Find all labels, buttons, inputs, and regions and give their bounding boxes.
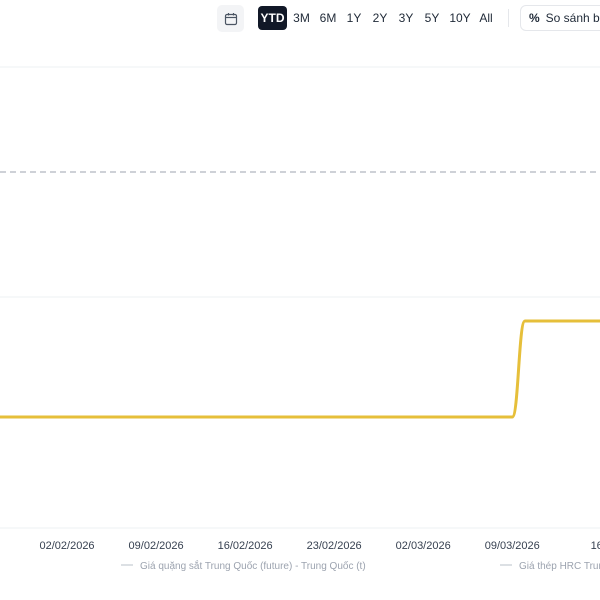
x-tick-label: 02/02/2026 xyxy=(40,540,95,552)
legend-item-hrc-steel[interactable]: Giá thép HRC Trun xyxy=(519,561,600,572)
x-tick-label: 09/03/2026 xyxy=(485,540,540,552)
x-tick-label: 23/02/2026 xyxy=(307,540,362,552)
x-tick-label: 16/0 xyxy=(591,540,600,552)
legend-item-iron-ore[interactable]: Giá quặng sắt Trung Quốc (future) - Trun… xyxy=(140,559,366,572)
series-layer xyxy=(0,319,600,419)
x-tick-label: 09/02/2026 xyxy=(129,540,184,552)
series-line-hrc-steel[interactable] xyxy=(0,319,600,419)
legend: Giá quặng sắt Trung Quốc (future) - Trun… xyxy=(121,559,600,572)
x-tick-label: 02/03/2026 xyxy=(396,540,451,552)
x-axis-ticks: 02602/02/202609/02/202616/02/202623/02/2… xyxy=(40,540,600,552)
line-chart: 02602/02/202609/02/202616/02/202623/02/2… xyxy=(0,66,600,572)
x-tick-label: 16/02/2026 xyxy=(218,540,273,552)
